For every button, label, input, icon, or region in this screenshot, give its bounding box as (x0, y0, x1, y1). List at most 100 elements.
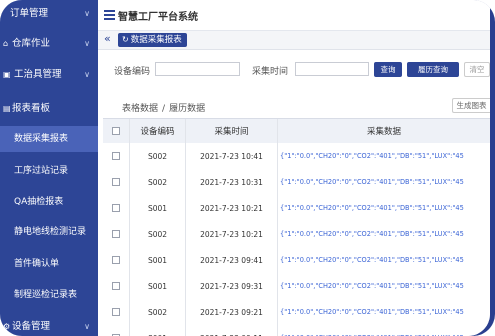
sidebar-item-process-station[interactable]: 工序过站记录 (0, 158, 98, 184)
header-device-code: 设备编码 (129, 119, 185, 143)
table-row[interactable]: S001 2021-7-23 09:31 {"1":"0.0","CH20":"0"… (103, 273, 490, 300)
tab-bar: « ↻ 数据采集报表 (98, 31, 490, 50)
chevron-down-icon: ∨ (84, 39, 90, 48)
table-row[interactable]: S001 2021-7-23 10:21 {"1":"0.0","CH20":"0"… (103, 195, 490, 222)
row-checkbox[interactable] (112, 256, 120, 264)
clear-button[interactable]: 清空 (464, 62, 490, 77)
cell-collect-data: {"1":"0.0","CH20":"0","CO2":"401","DB":"… (277, 325, 490, 336)
row-checkbox[interactable] (112, 178, 120, 186)
cell-collect-data: {"1":"0.0","CH20":"0","CO2":"401","DB":"… (277, 221, 490, 247)
header-collect-data: 采集数据 (277, 119, 490, 143)
table-row[interactable]: S001 2021-7-23 09:41 {"1":"0.0","CH20":"0"… (103, 247, 490, 274)
row-checkbox[interactable] (112, 204, 120, 212)
cell-collect-data: {"1":"0.0","CH20":"0","CO2":"401","DB":"… (277, 195, 490, 221)
report-icon: ▤ (3, 104, 11, 113)
sidebar-group-warehouse[interactable]: ⌂ 仓库作业 ∨ (0, 31, 98, 57)
table-row[interactable]: S002 2021-7-23 10:41 {"1":"0.0","CH20":"0"… (103, 143, 490, 170)
chevron-down-icon: ∨ (84, 9, 90, 18)
row-checkbox[interactable] (112, 282, 120, 290)
table-row[interactable]: S002 2021-7-23 10:21 {"1":"0.0","CH20":"0"… (103, 221, 490, 248)
select-all-checkbox[interactable] (112, 127, 120, 135)
sidebar-item-label: 数据采集报表 (14, 134, 69, 144)
equipment-icon: ⚙ (3, 322, 11, 331)
query-button[interactable]: 查询 (374, 62, 402, 77)
refresh-icon[interactable]: ↻ (122, 35, 129, 44)
sidebar-item-process-patrol[interactable]: 制程巡检记录表 (0, 282, 98, 308)
toolbox-icon: ▣ (3, 70, 11, 79)
cell-collect-time: 2021-7-23 09:11 (185, 325, 277, 336)
sidebar-group-equipment[interactable]: ⚙ 设备管理 ∨ (0, 314, 98, 336)
cell-collect-time: 2021-7-23 09:41 (185, 247, 277, 273)
cell-device-code: S002 (129, 299, 185, 325)
sidebar-group-label: 订单管理 (10, 8, 49, 19)
row-select-cell[interactable] (103, 143, 129, 169)
sidebar-item-label: 制程巡检记录表 (14, 290, 78, 300)
sidebar-group-label: 设备管理 (12, 321, 51, 332)
table-header: 设备编码 采集时间 采集数据 (103, 118, 490, 144)
generate-chart-button[interactable]: 生成图表 (452, 98, 490, 113)
breadcrumb-history-data[interactable]: 履历数据 (169, 104, 205, 114)
cell-collect-time: 2021-7-23 10:21 (185, 221, 277, 247)
cell-collect-data: {"1":"0.0","CH20":"0","CO2":"401","DB":"… (277, 247, 490, 273)
cell-collect-time: 2021-7-23 09:21 (185, 299, 277, 325)
sidebar-item-label: 工序过站记录 (14, 166, 69, 176)
row-select-cell[interactable] (103, 247, 129, 273)
row-select-cell[interactable] (103, 273, 129, 299)
tab-label: 数据采集报表 (130, 35, 182, 45)
row-select-cell[interactable] (103, 325, 129, 336)
app-title: 智慧工厂平台系统 (118, 12, 198, 23)
sidebar-group-orders[interactable]: 订单管理 ∨ (0, 1, 98, 27)
cell-collect-time: 2021-7-23 10:31 (185, 169, 277, 195)
cell-collect-data: {"1":"0.0","CH20":"0","CO2":"401","DB":"… (277, 143, 490, 169)
row-select-cell[interactable] (103, 195, 129, 221)
cell-device-code: S001 (129, 325, 185, 336)
device-frame: 订单管理 ∨ ⌂ 仓库作业 ∨ ▣ 工治具管理 ∨ ▤ 报表看板 数据采集报表 … (0, 0, 495, 336)
header-collect-time: 采集时间 (185, 119, 277, 143)
cell-device-code: S002 (129, 169, 185, 195)
cell-device-code: S001 (129, 273, 185, 299)
search-form: 设备编码 采集时间 查询 履历查询 清空 (98, 58, 490, 84)
collapse-icon[interactable]: « (104, 32, 111, 45)
cell-collect-time: 2021-7-23 10:21 (185, 195, 277, 221)
device-code-input[interactable] (155, 62, 240, 76)
breadcrumb-table-data[interactable]: 表格数据 (122, 104, 158, 114)
app-screen: 订单管理 ∨ ⌂ 仓库作业 ∨ ▣ 工治具管理 ∨ ▤ 报表看板 数据采集报表 … (0, 0, 490, 336)
sidebar-group-label: 仓库作业 (12, 38, 51, 49)
row-select-cell[interactable] (103, 169, 129, 195)
cell-collect-data: {"1":"0.0","CH20":"0","CO2":"401","DB":"… (277, 273, 490, 299)
sidebar-item-esd-ground[interactable]: 静电地线检测记录 (0, 219, 98, 245)
row-checkbox[interactable] (112, 230, 120, 238)
select-all-cell[interactable] (103, 119, 129, 143)
sidebar-item-label: 静电地线检测记录 (14, 227, 87, 237)
row-checkbox[interactable] (112, 152, 120, 160)
history-query-button[interactable]: 履历查询 (407, 62, 459, 77)
cell-device-code: S001 (129, 195, 185, 221)
sidebar-group-label: 工治具管理 (14, 69, 62, 80)
row-checkbox[interactable] (112, 308, 120, 316)
table-row[interactable]: S002 2021-7-23 10:31 {"1":"0.0","CH20":"0"… (103, 169, 490, 196)
sidebar: 订单管理 ∨ ⌂ 仓库作业 ∨ ▣ 工治具管理 ∨ ▤ 报表看板 数据采集报表 … (0, 0, 98, 336)
sidebar-item-data-collection[interactable]: 数据采集报表 (0, 126, 98, 152)
row-select-cell[interactable] (103, 221, 129, 247)
sidebar-item-qa-inspection[interactable]: QA抽检报表 (0, 189, 98, 215)
row-select-cell[interactable] (103, 299, 129, 325)
warehouse-icon: ⌂ (3, 39, 9, 48)
table-row[interactable]: S002 2021-7-23 09:21 {"1":"0.0","CH20":"0"… (103, 299, 490, 326)
sidebar-group-reports[interactable]: ▤ 报表看板 (0, 96, 98, 122)
sidebar-group-label: 报表看板 (12, 103, 51, 114)
cell-collect-data: {"1":"0.0","CH20":"0","CO2":"401","DB":"… (277, 169, 490, 195)
collect-time-input[interactable] (295, 62, 369, 76)
menu-icon (104, 10, 115, 20)
sidebar-group-tools[interactable]: ▣ 工治具管理 ∨ (0, 62, 98, 88)
chevron-down-icon: ∨ (84, 70, 90, 79)
sidebar-item-first-article[interactable]: 首件确认单 (0, 251, 98, 277)
cell-device-code: S002 (129, 221, 185, 247)
cell-collect-time: 2021-7-23 10:41 (185, 143, 277, 169)
device-code-label: 设备编码 (114, 67, 151, 77)
cell-device-code: S001 (129, 247, 185, 273)
tab-data-collection[interactable]: ↻ 数据采集报表 (118, 33, 187, 47)
sidebar-item-label: 首件确认单 (14, 259, 60, 269)
header: 智慧工厂平台系统 (98, 0, 490, 31)
table-row[interactable]: S0012021-7-23 09:11{"1":"0.0","CH20":"0"… (103, 325, 490, 336)
breadcrumb-separator: / (162, 104, 166, 114)
